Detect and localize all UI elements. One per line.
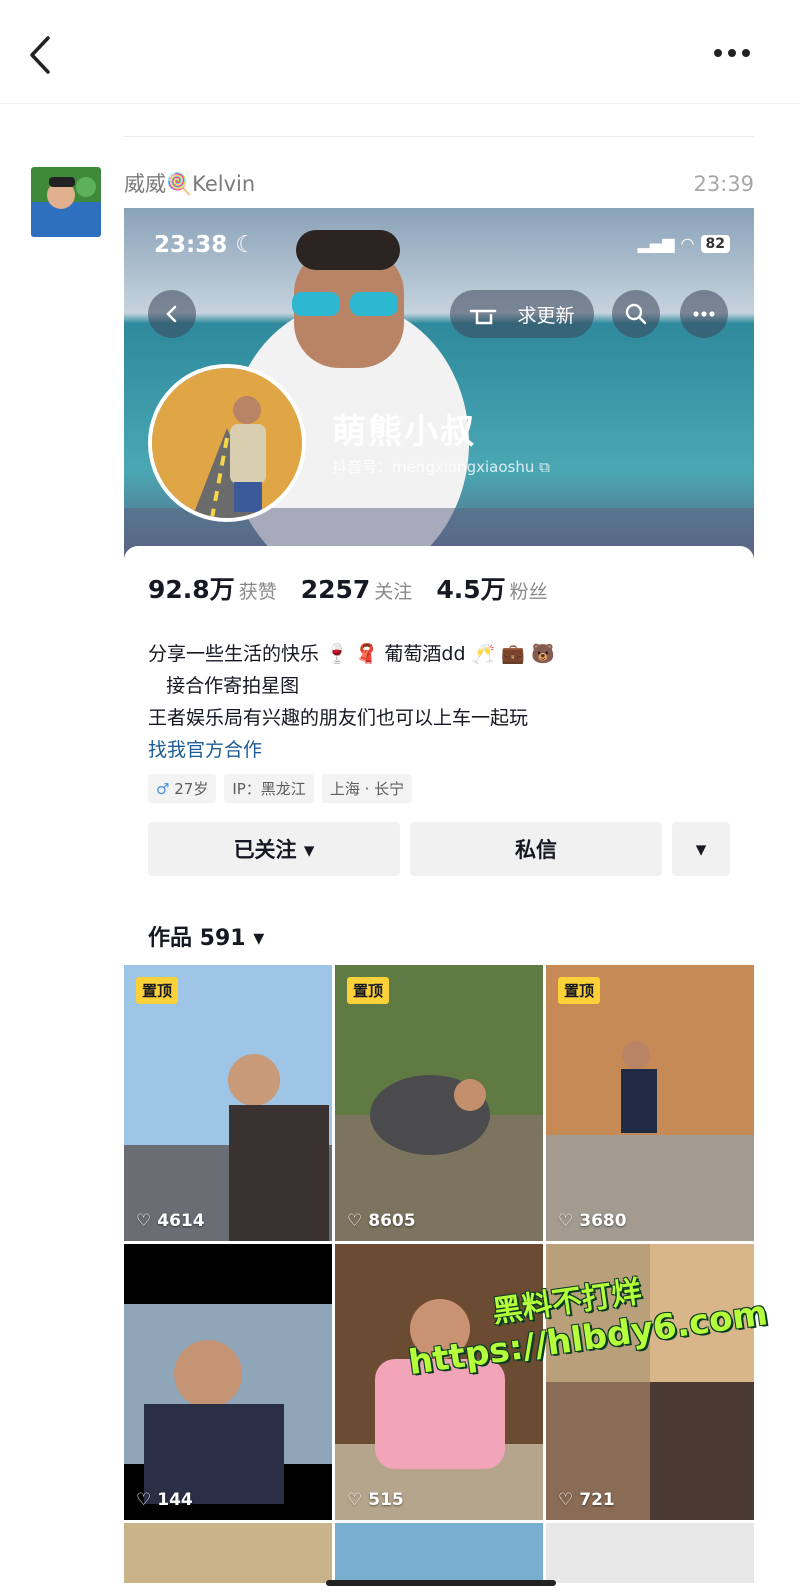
profile-bio: 分享一些生活的快乐 🍷 🧣 葡萄酒dd 🥂 💼 🐻 接合作寄拍星图 王者娱乐局有… [148,638,738,766]
like-count: ♡ 721 [558,1490,615,1510]
like-count: ♡ 3680 [558,1211,627,1231]
request-update-button[interactable]: 求更新 [450,290,594,338]
video-thumbnail [124,965,332,1241]
copy-icon: ⧉ [539,458,550,476]
profile-search-button[interactable] [612,290,660,338]
chevron-left-icon [166,305,177,323]
signal-icon: ▂▄▆ [637,234,675,253]
wifi-icon: ◠ [680,234,695,253]
like-count: ♡ 144 [136,1490,193,1510]
pinned-badge: 置顶 [136,977,179,1004]
profile-avatar[interactable] [148,364,306,522]
video-thumbnail [335,965,543,1241]
video-tile[interactable] [335,1523,543,1583]
request-update-label: 求更新 [517,304,575,327]
video-tile[interactable]: 置顶 ♡ 8605 [335,965,543,1241]
divider [124,136,754,137]
like-count: ♡ 515 [347,1490,404,1510]
message-time: 23:39 [693,172,754,196]
stat-label: 粉丝 [509,581,548,603]
moon-icon: ☾ [235,232,256,258]
shared-screenshot[interactable]: 23:38 ☾ ▂▄▆ ◠ 82 求更新 萌熊小叔 抖音号：mengxiongx… [124,208,754,1595]
video-tile[interactable]: 置顶 ♡ 3680 [546,965,754,1241]
pinned-badge: 置顶 [558,977,601,1004]
video-tile[interactable] [124,1523,332,1583]
like-count: ♡ 4614 [136,1211,205,1231]
following-stat[interactable]: 2257 关注 [301,575,413,604]
battery-indicator: 82 [700,234,730,253]
more-dots-icon [714,49,750,57]
profile-more-button[interactable] [680,290,728,338]
likes-stat[interactable]: 92.8万 获赞 [148,570,277,606]
pinned-badge: 置顶 [347,977,390,1004]
bio-line: 接合作寄拍星图 [148,675,300,697]
stat-label: 获赞 [238,581,277,603]
followers-stat[interactable]: 4.5万 粉丝 [436,570,547,606]
heart-icon: ♡ [347,1211,363,1231]
ip-tag: IP：黑龙江 [224,774,314,803]
location-tag: 上海 · 长宁 [321,774,413,803]
sender-avatar[interactable] [31,167,101,237]
heart-icon: ♡ [136,1490,152,1510]
heart-icon: ♡ [136,1211,152,1231]
age-tag: ♂ 27岁 [148,774,217,803]
top-nav-bar [0,0,800,104]
chevron-left-icon [30,36,50,74]
stat-value: 2257 [300,575,371,604]
video-thumbnail [124,1244,332,1520]
heart-icon: ♡ [558,1490,574,1510]
sender-name: 威威🍭Kelvin [124,172,256,196]
douyin-id[interactable]: 抖音号：mengxiongxiaoshu ⧉ [332,456,550,477]
pointing-hand-icon [470,309,497,325]
video-tile[interactable]: ♡ 144 [124,1244,332,1520]
profile-banner: 23:38 ☾ ▂▄▆ ◠ 82 求更新 萌熊小叔 抖音号：mengxiongx… [124,208,754,558]
like-count: ♡ 8605 [347,1211,416,1231]
search-icon [625,303,647,325]
status-time: 23:38 ☾ [154,232,256,258]
heart-icon: ♡ [558,1211,574,1231]
profile-tags: ♂ 27岁 IP：黑龙江 上海 · 长宁 [148,774,413,803]
home-indicator [326,1580,556,1586]
video-tile[interactable]: 置顶 ♡ 4614 [124,965,332,1241]
profile-info-card: 92.8万 获赞 2257 关注 4.5万 粉丝 分享一些生活的快乐 🍷 🧣 葡萄酒d… [124,546,754,966]
more-options-button[interactable] [708,38,756,68]
profile-stats: 92.8万 获赞 2257 关注 4.5万 粉丝 [148,570,548,606]
back-button[interactable] [22,30,62,80]
direct-message-button[interactable]: 私信 [410,822,662,876]
more-dots-icon [693,311,715,317]
status-icons: ▂▄▆ ◠ 82 [638,234,730,253]
male-icon: ♂ [156,780,170,798]
more-actions-button[interactable]: ▾ [672,822,730,876]
video-tile[interactable] [546,1523,754,1583]
official-cooperation-link[interactable]: 找我官方合作 [148,734,738,766]
bio-line: 分享一些生活的快乐 🍷 🧣 葡萄酒dd 🥂 💼 🐻 [148,643,555,665]
bio-line: 王者娱乐局有兴趣的朋友们也可以上车一起玩 [148,707,529,729]
stat-label: 关注 [374,581,413,603]
profile-actions: 已关注 ▾ 私信 ▾ [148,822,730,876]
video-thumbnail [546,965,754,1241]
stat-value: 92.8万 [148,575,235,604]
following-button[interactable]: 已关注 ▾ [148,822,400,876]
stat-value: 4.5万 [436,575,506,604]
heart-icon: ♡ [347,1490,363,1510]
profile-nickname: 萌熊小叔 [332,412,476,452]
works-tab[interactable]: 作品 591 ▾ [148,920,264,952]
profile-back-button[interactable] [148,290,196,338]
